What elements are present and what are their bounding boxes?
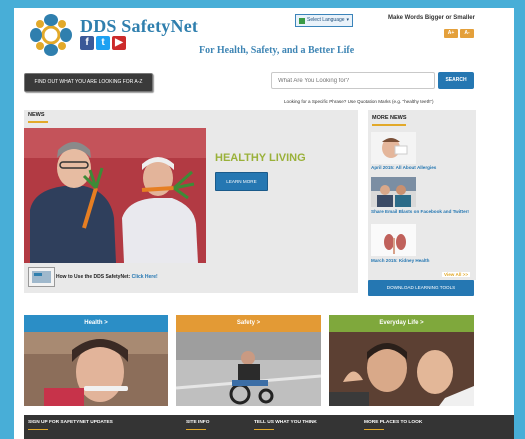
news-heading-underline — [28, 121, 48, 123]
logo[interactable] — [26, 12, 76, 58]
twitter-icon[interactable]: t — [96, 36, 110, 50]
search-input[interactable] — [271, 72, 435, 89]
footer-underline-feedback — [254, 429, 274, 430]
facebook-icon[interactable]: f — [80, 36, 94, 50]
more-news-item-1[interactable]: April 2015: All About Allergies — [371, 165, 475, 171]
footer-link-site-info[interactable]: SITE INFO — [186, 420, 209, 425]
feature-title: HEALTHY LIVING — [215, 152, 306, 164]
more-news-thumb-1[interactable] — [371, 132, 416, 164]
category-safety-image[interactable] — [176, 332, 321, 406]
category-everyday-life-header[interactable]: Everyday Life > — [329, 315, 474, 332]
language-select-label: Select Language — [307, 17, 345, 23]
learn-more-button[interactable]: LEARN MORE — [215, 172, 268, 191]
a-z-button[interactable]: FIND OUT WHAT YOU ARE LOOKING FOR A-Z — [24, 73, 153, 92]
howto-label: How to Use the DDS SafetyNet: — [56, 274, 132, 280]
more-news-heading: MORE NEWS — [372, 115, 407, 121]
search-hint: Looking for a Specific Phrase? Use Quota… — [284, 99, 434, 104]
howto-thumbnail[interactable] — [28, 267, 55, 287]
tagline: For Health, Safety, and a Better Life — [199, 45, 355, 56]
language-select[interactable]: Select Language ▾ — [295, 14, 354, 27]
chevron-down-icon: ▾ — [346, 17, 350, 23]
more-news-underline — [372, 124, 406, 126]
footer-link-more-places[interactable]: MORE PLACES TO LOOK — [364, 420, 422, 425]
search-button[interactable]: SEARCH — [438, 72, 474, 89]
download-learning-tools-button[interactable]: DOWNLOAD LEARNING TOOLS — [368, 280, 474, 296]
view-all-link[interactable]: View All >> — [442, 272, 471, 277]
google-translate-icon — [299, 17, 305, 24]
more-news-thumb-2[interactable] — [371, 177, 416, 207]
category-safety-header[interactable]: Safety > — [176, 315, 321, 332]
howto-link[interactable]: Click Here! — [132, 274, 158, 280]
text-smaller-button[interactable]: A- — [460, 29, 474, 38]
site-brand[interactable]: DDS SafetyNet — [80, 16, 198, 37]
footer-link-feedback[interactable]: TELL US WHAT YOU THINK — [254, 420, 317, 425]
text-size-label: Make Words Bigger or Smaller — [388, 15, 475, 21]
news-heading: NEWS — [28, 112, 45, 118]
footer-underline-site-info — [186, 429, 206, 430]
text-bigger-button[interactable]: A+ — [444, 29, 458, 38]
more-news-item-2[interactable]: Share Email Blasts on Facebook and Twitt… — [371, 209, 475, 215]
category-health-header[interactable]: Health > — [24, 315, 168, 332]
more-news-item-3[interactable]: March 2015: Kidney Health — [371, 258, 475, 264]
footer-link-signup[interactable]: SIGN UP FOR SAFETYNET UPDATES — [28, 420, 113, 425]
page: DDS SafetyNet f t ▶ For Health, Safety, … — [14, 8, 514, 439]
footer-underline-more-places — [364, 429, 384, 430]
category-everyday-life-image[interactable] — [329, 332, 474, 406]
social-links: f t ▶ — [80, 36, 126, 50]
footer-underline-signup — [28, 429, 48, 430]
youtube-icon[interactable]: ▶ — [112, 36, 126, 50]
category-health-image[interactable] — [24, 332, 168, 406]
featured-photo[interactable] — [24, 128, 206, 263]
header: DDS SafetyNet f t ▶ For Health, Safety, … — [14, 8, 514, 70]
howto-text: How to Use the DDS SafetyNet: Click Here… — [56, 274, 158, 280]
footer — [24, 415, 514, 439]
more-news-thumb-3[interactable] — [371, 224, 416, 256]
